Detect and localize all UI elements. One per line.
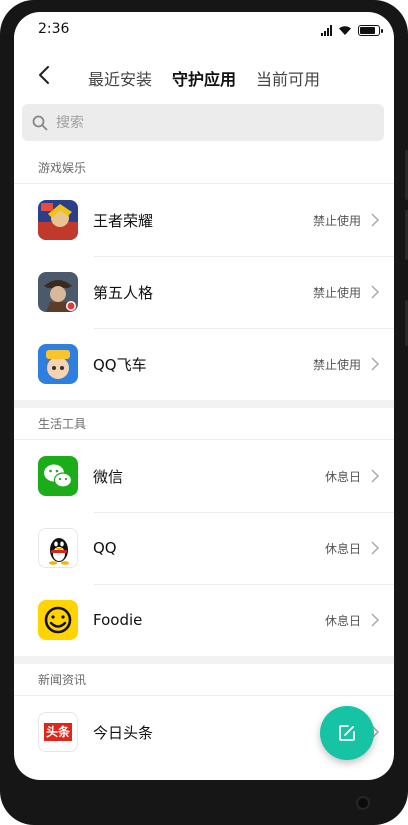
- header: 最近安装 守护应用 当前可用: [14, 56, 394, 96]
- chevron-left-icon: [39, 66, 49, 84]
- app-name: QQ: [93, 539, 117, 557]
- search-icon: [32, 115, 48, 130]
- toutiao-icon: 头条: [38, 712, 78, 752]
- app-status: 禁止使用: [312, 213, 361, 228]
- app-status: 休息日: [324, 469, 361, 484]
- status-icons: [321, 24, 383, 36]
- app-row[interactable]: 王者荣耀 禁止使用: [14, 184, 394, 256]
- app-status: 禁止使用: [312, 357, 361, 372]
- section-divider: [14, 656, 394, 664]
- screen: 2:36 最近安装 守护应用 当前可用 搜索 游戏娱乐 王者荣耀 禁止使用 第五…: [14, 12, 394, 780]
- app-status: 禁止使用: [312, 285, 361, 300]
- section-header-tools: 生活工具: [14, 408, 394, 440]
- app-status: 休息日: [324, 541, 361, 556]
- chevron-right-icon: [371, 285, 380, 299]
- foodie-icon: [38, 600, 78, 640]
- toutiao-logo-text: 头条: [43, 723, 72, 741]
- section-divider: [14, 400, 394, 408]
- app-name: 今日头条: [93, 723, 154, 742]
- app-name: 第五人格: [93, 283, 154, 302]
- tab-currently-available[interactable]: 当前可用: [256, 66, 320, 90]
- qq-speed-icon: [38, 344, 78, 384]
- status-time: 2:36: [38, 21, 70, 37]
- signal-icon: [321, 24, 332, 36]
- wifi-icon: [339, 26, 351, 35]
- tab-protected-apps[interactable]: 守护应用: [172, 66, 236, 90]
- status-bar: 2:36: [14, 12, 394, 48]
- app-row[interactable]: Foodie 休息日: [14, 584, 394, 656]
- app-row[interactable]: 第五人格 禁止使用: [14, 256, 394, 328]
- app-name: 王者荣耀: [93, 211, 154, 230]
- section-header-news: 新闻资讯: [14, 664, 394, 696]
- chevron-right-icon: [371, 541, 380, 555]
- search-input[interactable]: [56, 114, 356, 131]
- app-row[interactable]: QQ 休息日: [14, 512, 394, 584]
- chevron-right-icon: [371, 213, 380, 227]
- battery-fill: [360, 26, 376, 34]
- chevron-right-icon: [371, 357, 380, 371]
- identity-v-icon: [38, 272, 78, 312]
- app-status: 休息日: [324, 613, 361, 628]
- section-header-games: 游戏娱乐: [14, 152, 394, 184]
- edit-fab-button[interactable]: [320, 706, 374, 760]
- edit-icon: [339, 725, 355, 741]
- chevron-right-icon: [371, 469, 380, 483]
- app-name: QQ飞车: [93, 355, 147, 374]
- search-bar[interactable]: [22, 104, 384, 141]
- qq-icon: [38, 528, 78, 568]
- honor-of-kings-icon: [38, 200, 78, 240]
- app-name: 微信: [93, 467, 124, 486]
- back-button[interactable]: [34, 64, 54, 86]
- app-row[interactable]: 微信 休息日: [14, 440, 394, 512]
- wechat-icon: [38, 456, 78, 496]
- chevron-right-icon: [371, 613, 380, 627]
- camera-icon: [356, 796, 370, 810]
- tab-recent-install[interactable]: 最近安装: [88, 66, 152, 90]
- app-list: 游戏娱乐 王者荣耀 禁止使用 第五人格 禁止使用 QQ飞车 禁止使用 生活工具 …: [14, 152, 394, 768]
- phone-frame: 2:36 最近安装 守护应用 当前可用 搜索 游戏娱乐 王者荣耀 禁止使用 第五…: [0, 0, 408, 825]
- app-name: Foodie: [93, 611, 143, 629]
- app-row[interactable]: QQ飞车 禁止使用: [14, 328, 394, 400]
- battery-icon: [358, 24, 383, 36]
